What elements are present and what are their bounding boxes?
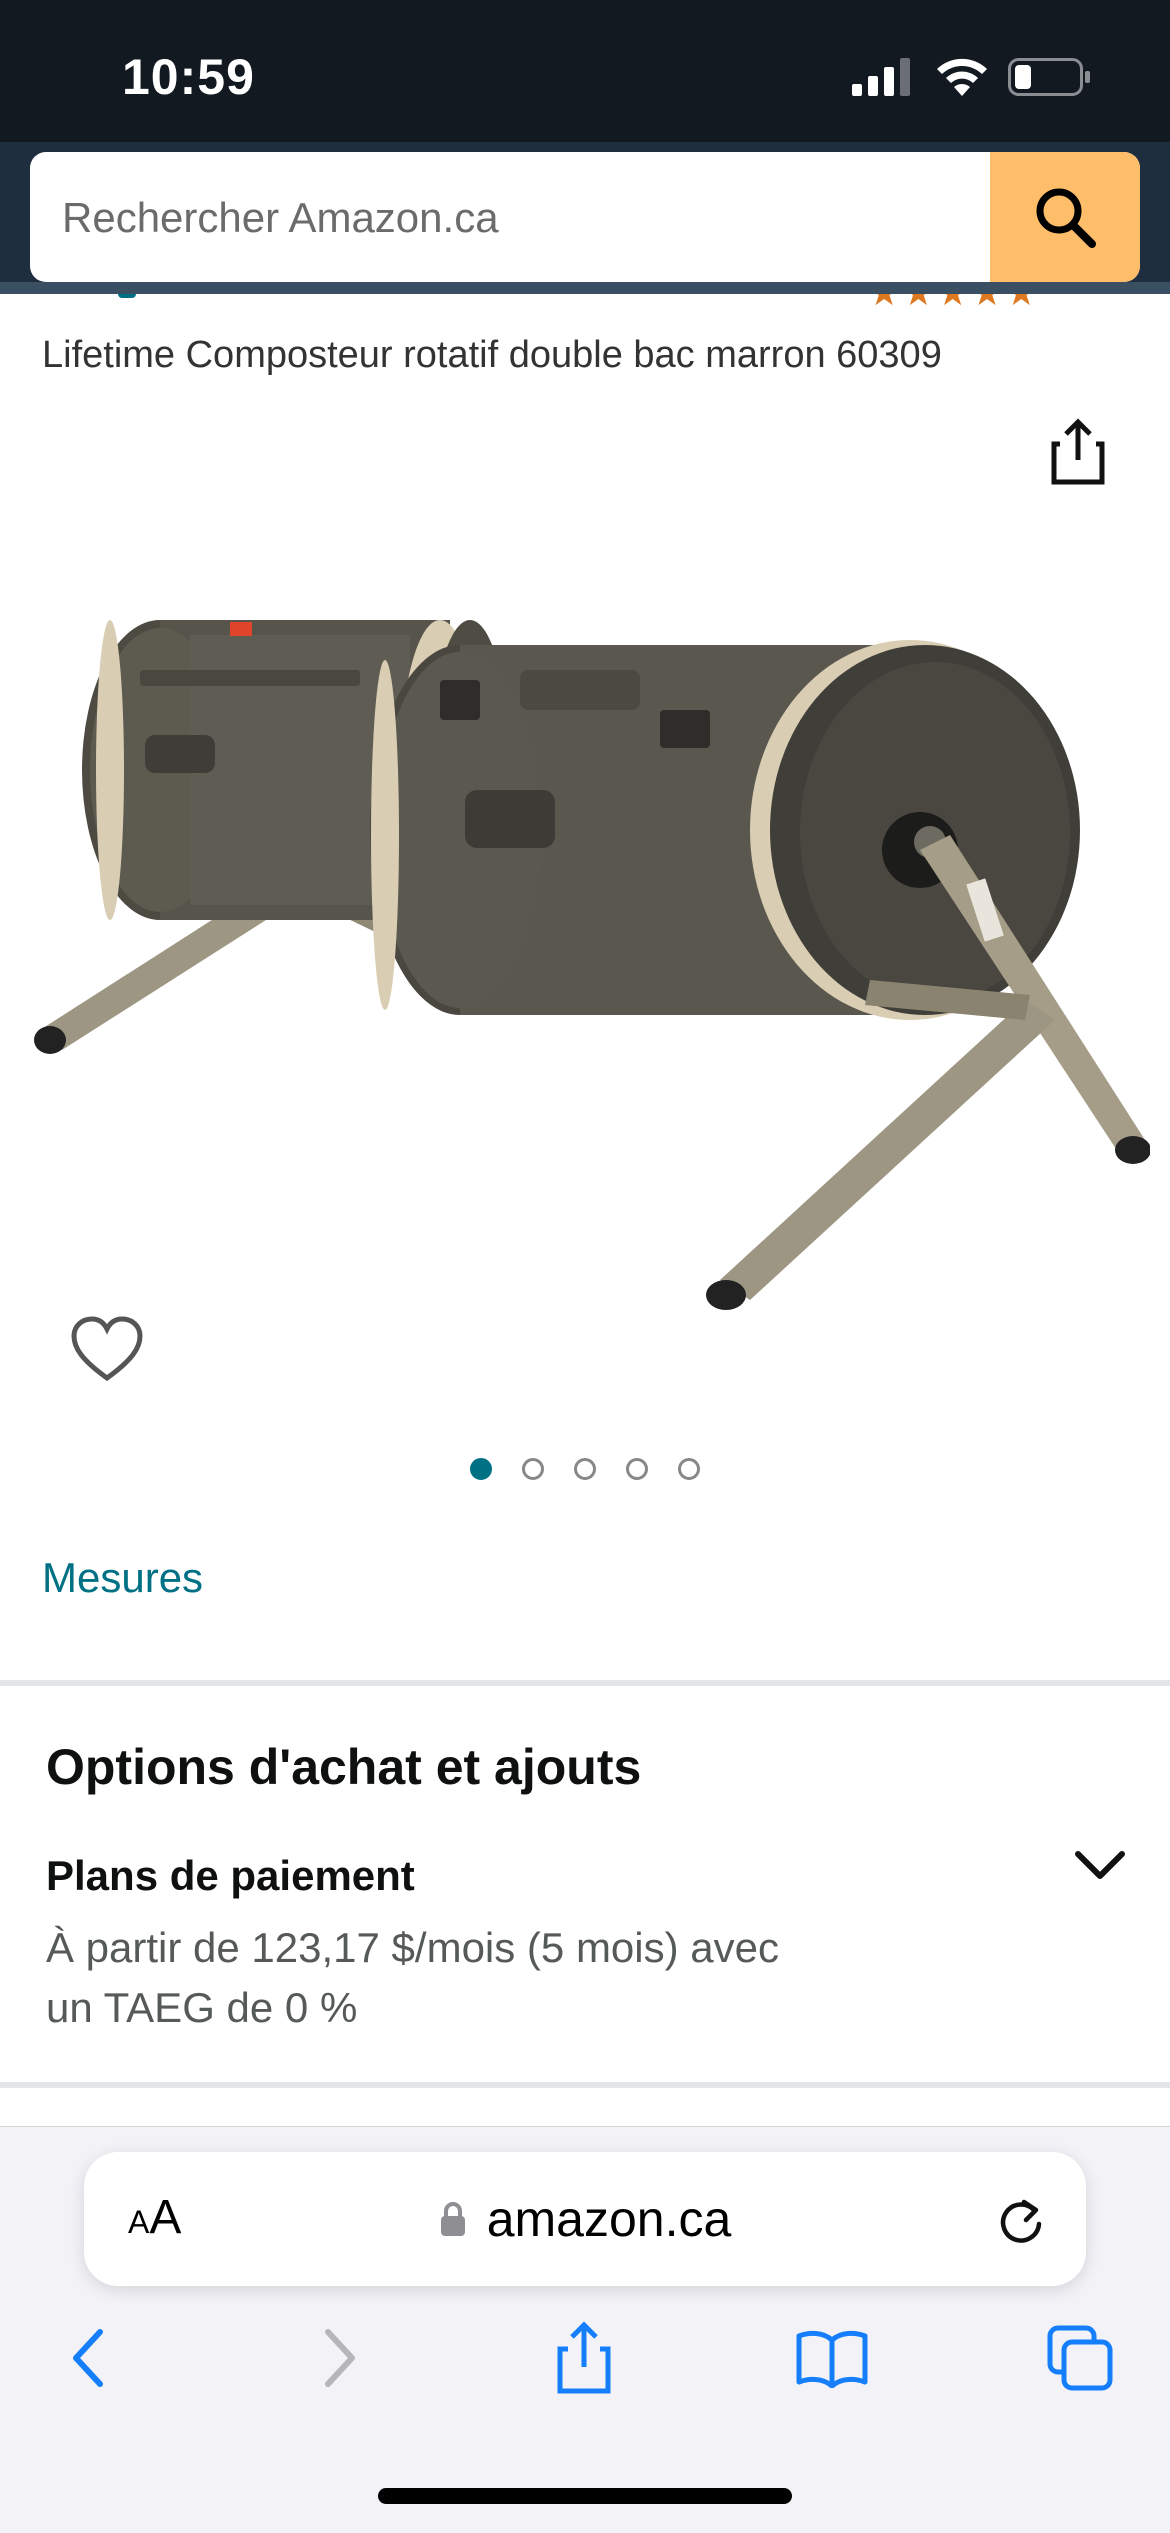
search-bar: [30, 152, 1140, 282]
url-display[interactable]: amazon.ca: [84, 2152, 1086, 2286]
book-icon: [796, 2330, 868, 2388]
product-image[interactable]: [20, 380, 1150, 1420]
payment-plans-title[interactable]: Plans de paiement: [46, 1852, 415, 1900]
rating-stars: ★★★★★: [868, 292, 1039, 312]
measures-link[interactable]: Mesures: [42, 1554, 203, 1602]
share-button[interactable]: [544, 2318, 624, 2398]
search-icon: [1036, 188, 1096, 248]
section-divider: [0, 1680, 1170, 1686]
header-shadow: [0, 282, 1170, 294]
lock-icon: [440, 2202, 465, 2236]
section-divider: [0, 2082, 1170, 2088]
forward-button[interactable]: [300, 2318, 380, 2398]
wifi-icon: [937, 58, 987, 96]
tabs-icon: [1047, 2325, 1113, 2391]
battery-icon: [1008, 58, 1090, 96]
carousel-dot[interactable]: [574, 1458, 596, 1480]
search-button[interactable]: [990, 152, 1140, 282]
carousel-dot[interactable]: [678, 1458, 700, 1480]
chevron-right-icon: [325, 2329, 355, 2387]
reload-icon[interactable]: [996, 2194, 1046, 2246]
share-icon: [557, 2321, 611, 2394]
url-text: amazon.ca: [486, 2191, 732, 2247]
cellular-signal-icon: [852, 58, 910, 96]
share-icon[interactable]: [1050, 418, 1106, 486]
partial-rating-row: ★★★★★: [0, 292, 1170, 312]
heart-icon[interactable]: [70, 1316, 144, 1384]
product-title[interactable]: Lifetime Composteur rotatif double bac m…: [42, 334, 942, 377]
options-heading: Options d'achat et ajouts: [46, 1739, 642, 1795]
chevron-down-icon[interactable]: [1074, 1848, 1126, 1882]
chevron-left-icon: [73, 2329, 103, 2387]
payment-plans-text: À partir de 123,17 $/mois (5 mois) avec: [46, 1924, 779, 1971]
back-button[interactable]: [48, 2318, 128, 2398]
carousel-dot[interactable]: [522, 1458, 544, 1480]
search-input[interactable]: [60, 152, 1004, 282]
tabs-button[interactable]: [1040, 2318, 1120, 2398]
address-bar[interactable]: AA amazon.ca: [84, 2152, 1086, 2286]
home-indicator: [378, 2488, 792, 2504]
image-carousel-dots: [0, 1458, 1170, 1488]
carousel-dot[interactable]: [626, 1458, 648, 1480]
bookmarks-button[interactable]: [792, 2318, 872, 2398]
carousel-dot[interactable]: [470, 1458, 492, 1480]
payment-plans-text: un TAEG de 0 %: [46, 1984, 358, 2031]
status-time: 10:59: [122, 49, 255, 105]
